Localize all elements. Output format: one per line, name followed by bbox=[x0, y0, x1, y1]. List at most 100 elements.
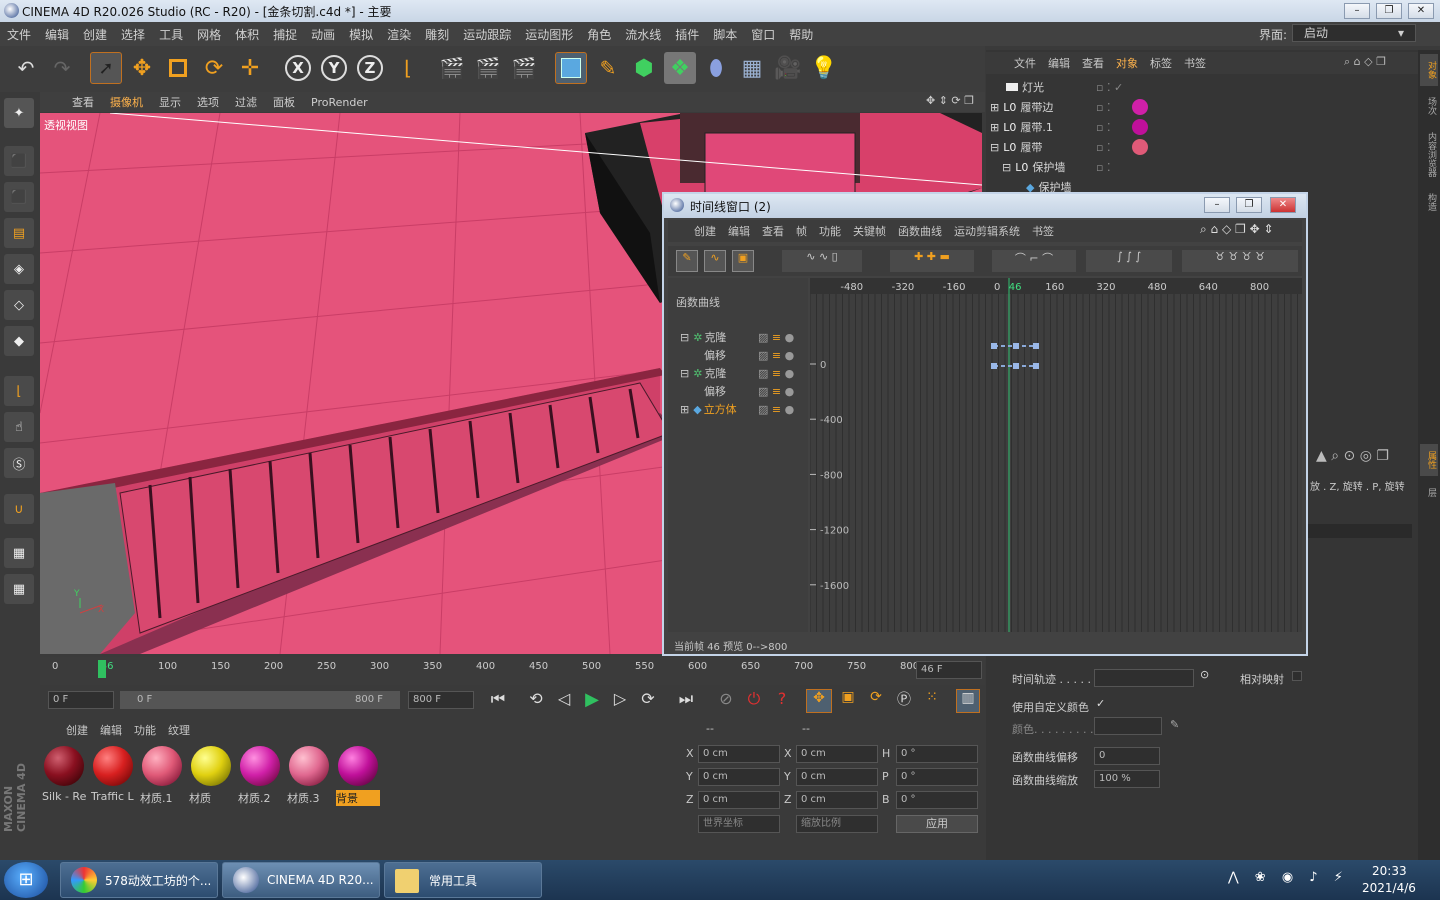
keyframe-selection-button[interactable]: ? bbox=[770, 689, 794, 713]
workplane-button[interactable]: ▤ bbox=[4, 218, 34, 248]
menu-plugins[interactable]: 插件 bbox=[668, 26, 706, 43]
tl-menu-frame[interactable]: 帧 bbox=[790, 223, 813, 239]
vp-menu-view[interactable]: 查看 bbox=[64, 94, 102, 110]
fcurve-key[interactable] bbox=[1013, 343, 1019, 349]
material-swatch[interactable]: 材质 bbox=[189, 744, 233, 806]
fcurve-graph[interactable]: -480 -320 -160 0 46 160 320 480 640 800 0 -400 -800-… bbox=[810, 278, 1302, 632]
tab-structure[interactable]: 构造 bbox=[1420, 186, 1438, 218]
record-keys-button[interactable]: ⊘ bbox=[714, 689, 738, 713]
menu-file[interactable]: 文件 bbox=[0, 26, 38, 43]
taskbar-item-cinema4d[interactable]: CINEMA 4D R20... bbox=[222, 862, 380, 898]
timeline-window-button[interactable]: ▥ bbox=[956, 689, 980, 713]
tl-menu-view[interactable]: 查看 bbox=[756, 223, 790, 239]
auto-key-button[interactable]: ⏻ bbox=[742, 689, 766, 713]
material-swatch-selected[interactable]: 背景 bbox=[336, 744, 380, 806]
motion-mode-button[interactable]: ▣ bbox=[732, 250, 754, 272]
scale-mode-select[interactable]: 缩放比例 bbox=[796, 815, 878, 833]
vp-menu-filter[interactable]: 过滤 bbox=[227, 94, 265, 110]
select-tool-button[interactable]: ➚ bbox=[90, 52, 122, 84]
deformer-button[interactable]: ⬮ bbox=[700, 52, 732, 84]
rotation-b-field[interactable]: 0 ° bbox=[896, 791, 978, 809]
mat-menu-create[interactable]: 创建 bbox=[60, 722, 94, 738]
menu-help[interactable]: 帮助 bbox=[782, 26, 820, 43]
vp-menu-camera[interactable]: 摄像机 bbox=[102, 94, 151, 110]
material-swatch[interactable]: 材质.1 bbox=[140, 744, 184, 806]
tl-menu-create[interactable]: 创建 bbox=[688, 223, 722, 239]
tray-icons[interactable]: ⋀ ❀ ◉ ♪ ⚡ bbox=[1228, 870, 1349, 885]
cube-object-button[interactable] bbox=[555, 52, 587, 84]
subdivision-button[interactable]: ⬢ bbox=[628, 52, 660, 84]
mat-menu-function[interactable]: 功能 bbox=[128, 722, 162, 738]
tl-menu-edit[interactable]: 编辑 bbox=[722, 223, 756, 239]
previous-frame-button[interactable]: ◁ bbox=[552, 689, 576, 713]
attributes-header-icons[interactable]: ▲ ⌕ ⊙ ◎ ❐ bbox=[1316, 448, 1389, 464]
menu-script[interactable]: 脚本 bbox=[706, 26, 744, 43]
light-button[interactable]: 💡 bbox=[808, 52, 840, 84]
cloner-button[interactable]: ❖ bbox=[664, 52, 696, 84]
object-row[interactable]: ⊟ L0 履带 ▫ ⁚ bbox=[986, 137, 1416, 157]
snap-button[interactable]: ∪ bbox=[4, 494, 34, 524]
menu-window[interactable]: 窗口 bbox=[744, 26, 782, 43]
menu-pipeline[interactable]: 流水线 bbox=[618, 26, 668, 43]
key-rotation-button[interactable]: ⟳ bbox=[864, 689, 888, 713]
om-menu-view[interactable]: 查看 bbox=[1076, 55, 1110, 71]
edges-mode-button[interactable]: ◇ bbox=[4, 290, 34, 320]
tree-row-cube[interactable]: ⊞ ◆ 立方体 ▨ ≡ ● bbox=[668, 400, 808, 418]
menu-mograph[interactable]: 运动图形 bbox=[518, 26, 580, 43]
texture-mode-button[interactable]: ⬛ bbox=[4, 182, 34, 212]
menu-animate[interactable]: 动画 bbox=[304, 26, 342, 43]
points-mode-button[interactable]: ◈ bbox=[4, 254, 34, 284]
material-swatch[interactable]: Silk - Re bbox=[42, 744, 86, 806]
play-button[interactable]: ▶ bbox=[580, 689, 604, 713]
fcurve-key[interactable] bbox=[1033, 363, 1039, 369]
tab-takes[interactable]: 场次 bbox=[1420, 90, 1438, 122]
tree-row-offset[interactable]: 偏移 ▨ ≡ ● bbox=[668, 382, 808, 400]
object-row[interactable]: 灯光 ▫ ⁚ ✓ bbox=[986, 77, 1416, 97]
start-frame-field[interactable]: 0 F bbox=[48, 691, 114, 709]
menu-simulate[interactable]: 模拟 bbox=[342, 26, 380, 43]
end-frame-field[interactable]: 800 F bbox=[408, 691, 474, 709]
menu-render[interactable]: 渲染 bbox=[380, 26, 418, 43]
tab-content-browser[interactable]: 内容浏览器 bbox=[1420, 126, 1438, 182]
key-position-button[interactable]: ✥ bbox=[806, 689, 832, 713]
maximize-button[interactable]: ❐ bbox=[1376, 3, 1402, 19]
make-editable-button[interactable]: ✦ bbox=[4, 98, 34, 128]
polygons-mode-button[interactable]: ◆ bbox=[4, 326, 34, 356]
tl-menu-bookmarks[interactable]: 书签 bbox=[1026, 223, 1060, 239]
menu-tools[interactable]: 工具 bbox=[152, 26, 190, 43]
search-icon[interactable]: ⌕ ⌂ ◇ ❐ bbox=[1344, 55, 1386, 69]
z-axis-button[interactable]: Z bbox=[354, 52, 386, 84]
position-y-field[interactable]: 0 cm bbox=[698, 768, 780, 786]
material-swatch[interactable]: Traffic L bbox=[91, 744, 135, 806]
fcurve-key[interactable] bbox=[1033, 343, 1039, 349]
material-swatch[interactable]: 材质.3 bbox=[287, 744, 331, 806]
render-picture-viewer-button[interactable]: 🎬 bbox=[472, 52, 504, 84]
next-key-button[interactable]: ⟳ bbox=[636, 689, 660, 713]
curve-scale-field[interactable]: 100 % bbox=[1094, 770, 1160, 788]
taskbar-item-browser[interactable]: 578动效工坊的个... bbox=[60, 862, 218, 898]
tab-objects[interactable]: 对象 bbox=[1420, 54, 1438, 86]
tl-maximize-button[interactable]: ❐ bbox=[1236, 197, 1262, 213]
key-scale-button[interactable]: ▣ bbox=[836, 689, 860, 713]
live-tool-button[interactable]: ✛ bbox=[234, 52, 266, 84]
go-to-end-button[interactable]: ⏭ bbox=[674, 689, 698, 713]
current-frame-field[interactable]: 46 F bbox=[916, 661, 982, 679]
floor-button[interactable]: ▦ bbox=[736, 52, 768, 84]
om-menu-file[interactable]: 文件 bbox=[1008, 55, 1042, 71]
om-menu-edit[interactable]: 编辑 bbox=[1042, 55, 1076, 71]
frame-all-button[interactable]: ∿ ∿ ▯ bbox=[782, 250, 862, 272]
tree-row-cloner[interactable]: ⊟ ✲ 克隆 ▨ ≡ ● bbox=[668, 328, 808, 346]
time-track-field[interactable] bbox=[1094, 669, 1194, 687]
vp-menu-options[interactable]: 选项 bbox=[189, 94, 227, 110]
layout-select[interactable]: 启动 ▾ bbox=[1292, 24, 1416, 42]
menu-volume[interactable]: 体积 bbox=[228, 26, 266, 43]
key-mode-button[interactable]: ✎ bbox=[676, 250, 698, 272]
tl-search-icon[interactable]: ⌕ ⌂ ◇ ❐ ✥ ⇕ bbox=[1194, 222, 1280, 237]
pick-icon[interactable]: ⊙ bbox=[1200, 668, 1209, 681]
fcurve-mode-button[interactable]: ∿ bbox=[704, 250, 726, 272]
vp-menu-panel[interactable]: 面板 bbox=[265, 94, 303, 110]
close-button[interactable]: ✕ bbox=[1408, 3, 1434, 19]
x-axis-button[interactable]: X bbox=[282, 52, 314, 84]
go-to-start-button[interactable]: ⏮ bbox=[486, 689, 510, 713]
menu-motion-tracker[interactable]: 运动跟踪 bbox=[456, 26, 518, 43]
